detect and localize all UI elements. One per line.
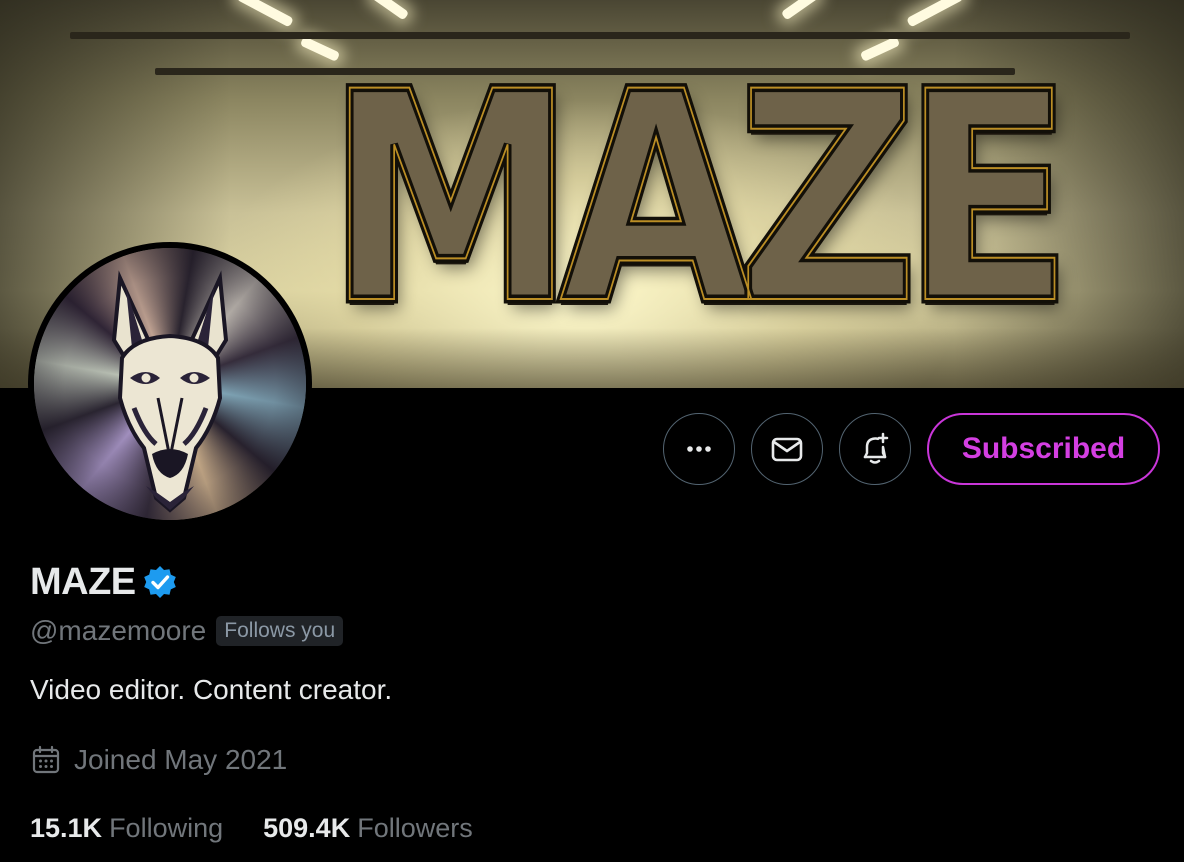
- following-label: Following: [109, 812, 224, 843]
- more-horizontal-icon: [687, 446, 711, 452]
- following-count: 15.1K: [30, 812, 103, 843]
- follow-stats: 15.1K Following 509.4K Followers: [30, 808, 473, 848]
- banner-ceiling-light: [780, 0, 820, 21]
- profile-actions: Subscribed: [663, 413, 1160, 485]
- followers-link[interactable]: 509.4K Followers: [263, 813, 473, 844]
- doberman-head-icon: [111, 270, 229, 513]
- banner-logo-trace: MAZE: [326, 31, 1074, 368]
- banner-ceiling-light: [370, 0, 410, 21]
- banner-logo: MAZE MAZE: [282, 31, 1077, 368]
- followers-label: Followers: [357, 812, 473, 843]
- following-link[interactable]: 15.1K Following: [30, 813, 223, 844]
- verified-badge-icon[interactable]: [142, 564, 178, 600]
- follows-you-badge: Follows you: [216, 616, 344, 646]
- notifications-button[interactable]: [839, 413, 911, 485]
- subscribed-button[interactable]: Subscribed: [927, 413, 1160, 485]
- profile-name-row: MAZE: [30, 560, 178, 604]
- avatar-image: [34, 248, 306, 520]
- envelope-icon: [771, 437, 803, 462]
- banner-ceiling-light: [236, 0, 294, 28]
- avatar[interactable]: [28, 242, 312, 526]
- joined-date: Joined May 2021: [74, 744, 288, 775]
- more-button[interactable]: [663, 413, 735, 485]
- profile-handle-row: @mazemoore Follows you: [30, 612, 344, 650]
- followers-count: 509.4K: [263, 812, 351, 843]
- bell-plus-icon: [863, 432, 889, 464]
- message-button[interactable]: [751, 413, 823, 485]
- profile-bio: Video editor. Content creator.: [30, 674, 393, 705]
- calendar-icon: [32, 745, 60, 774]
- joined-date-row: Joined May 2021: [30, 740, 287, 780]
- user-handle: @mazemoore: [30, 615, 207, 646]
- display-name: MAZE: [30, 560, 136, 603]
